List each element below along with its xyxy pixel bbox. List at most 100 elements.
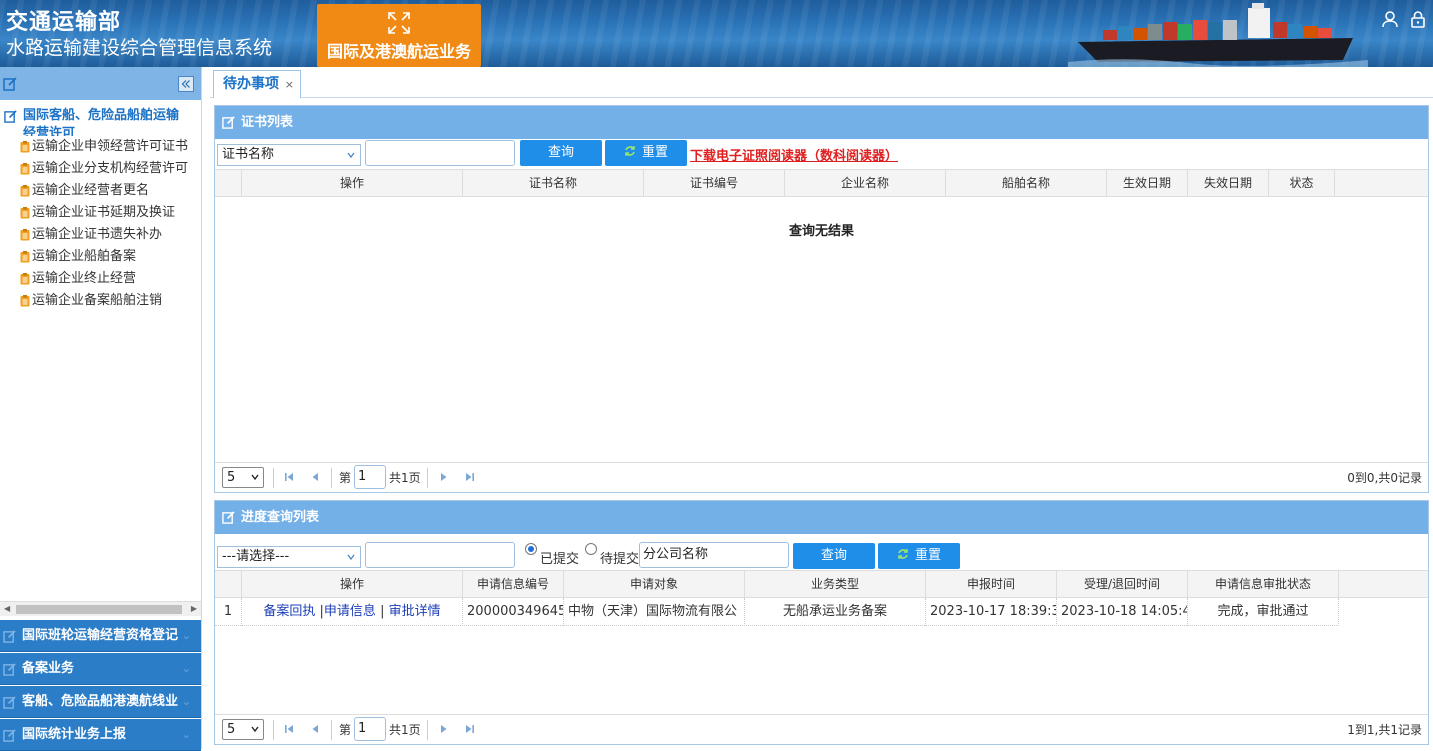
first-page-icon[interactable] [284,724,294,734]
index-column-header [215,170,242,197]
pending-radio-label: 待提交 [600,552,640,567]
progress-search-toolbar: ---请选择--- 已提交 待提交 分公司名称 查询 重置 [215,534,1428,570]
next-page-icon[interactable] [439,724,449,734]
column-header: 操作 [242,170,463,197]
column-header: 申报时间 [926,571,1057,598]
cert-search-input[interactable] [365,140,515,166]
record-count-info: 0到0,共0记录 [1347,471,1422,485]
next-page-icon[interactable] [439,472,449,482]
edit-icon [3,663,16,676]
page-number-input[interactable]: 1 [354,465,386,489]
page-label: 第 [339,471,352,485]
previous-page-icon[interactable] [310,724,320,734]
sidebar-item[interactable]: 运输企业分支机构经营许可 [4,158,201,180]
action-separator: | [315,604,324,619]
cert-field-select[interactable]: 证书名称 [217,144,361,166]
progress-type-select[interactable]: ---请选择--- [217,546,361,568]
chevron-down-icon: ⌄ [181,728,191,741]
sidebar-top-bar [0,67,201,100]
sidebar-category-label: 国际统计业务上报 [22,727,127,742]
filing-receipt-link[interactable]: 备案回执 [263,604,315,619]
first-page-icon[interactable] [284,472,294,482]
sidebar-section-title[interactable]: 国际客船、危险品船舶运输 经营许可 [4,106,201,136]
cert-reset-button[interactable]: 重置 [605,140,687,166]
row-index: 1 [215,598,242,626]
scrollbar-thumb[interactable] [16,605,182,614]
cert-table-body: 查询无结果 [215,197,1428,458]
document-icon [20,163,30,175]
column-header: 申请信息编号 [463,571,564,598]
column-header: 业务类型 [745,571,926,598]
sidebar-item[interactable]: 运输企业船舶备案 [4,246,201,268]
sidebar-item[interactable]: 运输企业终止经营 [4,268,201,290]
approval-status-cell: 完成，审批通过 [1188,598,1339,626]
cert-table-header: 操作 证书名称 证书编号 企业名称 船舶名称 生效日期 失效日期 状态 [215,169,1428,197]
sidebar-category[interactable]: 客船、危险品船港澳航线业 ⌄ [0,686,201,718]
business-switch-label: 国际及港澳航运业务 [326,42,471,61]
sidebar-category[interactable]: 国际班轮运输经营资格登记 ⌄ [0,620,201,652]
progress-reset-button[interactable]: 重置 [878,543,960,569]
last-page-icon[interactable] [465,724,475,734]
sidebar-item[interactable]: 运输企业证书延期及换证 [4,202,201,224]
progress-table-header: 操作 申请信息编号 申请对象 业务类型 申报时间 受理/退回时间 申请信息审批状… [215,570,1428,598]
page-size-select[interactable]: 5 [222,719,264,740]
chevron-down-icon: ⌄ [181,662,191,675]
approval-detail-link[interactable]: 审批详情 [389,604,441,619]
panel-title: 进度查询列表 [241,510,320,525]
chevron-down-icon [251,726,259,733]
sidebar-horizontal-scrollbar[interactable]: ◀ ▶ [0,601,201,616]
panel-header: 证书列表 [215,106,1428,139]
progress-query-button[interactable]: 查询 [793,543,875,569]
cert-reset-label: 重置 [641,145,668,160]
sidebar-item[interactable]: 运输企业经营者更名 [4,180,201,202]
sidebar-category[interactable]: 国际统计业务上报 ⌄ [0,719,201,751]
sidebar-item[interactable]: 运输企业备案船舶注销 [4,290,201,312]
pending-radio[interactable] [585,543,597,555]
application-info-link[interactable]: 申请信息 [324,604,376,619]
submit-time-cell: 2023-10-17 18:39:31 [926,598,1057,626]
cert-query-button[interactable]: 查询 [520,140,602,166]
sidebar-item[interactable]: 运输企业证书遗失补办 [4,224,201,246]
close-tab-icon[interactable]: × [285,72,294,98]
column-header: 证书名称 [463,170,644,197]
last-page-icon[interactable] [465,472,475,482]
refresh-icon [898,549,908,559]
column-header: 受理/退回时间 [1057,571,1188,598]
edit-icon [222,116,235,129]
progress-search-input[interactable] [365,542,515,568]
page-number-input[interactable]: 1 [354,717,386,741]
cert-pagination: 5 第 1 共1页 0到0,共0记录 [215,462,1428,492]
sidebar-item[interactable]: 运输企业申领经营许可证书 [4,136,201,158]
lock-icon[interactable] [1409,10,1427,28]
page-label: 第 [339,723,352,737]
sidebar-category[interactable]: 备案业务 ⌄ [0,653,201,685]
scroll-right-arrow-icon[interactable]: ▶ [191,604,197,613]
tab-bar: 待办事项 × [210,67,1433,99]
applicant-cell: 中物（天津）国际物流有限公 [564,598,745,626]
sidebar-item-label: 运输企业申领经营许可证书 [32,139,189,154]
collapse-sidebar-icon[interactable] [178,76,194,92]
accept-time-cell: 2023-10-18 14:05:44 [1057,598,1188,626]
action-separator: | [375,604,389,619]
edit-icon [3,77,17,91]
chevron-down-icon [347,554,355,561]
business-switch-button[interactable]: 国际及港澳航运业务 [317,4,481,67]
user-icon[interactable] [1381,10,1399,28]
tab-todo[interactable]: 待办事项 × [213,70,301,99]
page-size-select[interactable]: 5 [222,467,264,488]
edit-icon [3,696,16,709]
sidebar: 国际客船、危险品船舶运输 经营许可 运输企业申领经营许可证书运输企业分支机构经营… [0,67,202,751]
scroll-left-arrow-icon[interactable]: ◀ [4,604,10,613]
certificate-list-panel: 证书列表 证书名称 查询 重置 下载电子证照阅读器（数科阅读器） 操作 证书名称… [214,105,1429,493]
sidebar-item-label: 运输企业终止经营 [32,271,137,286]
panel-header: 进度查询列表 [215,501,1428,534]
record-count-info: 1到1,共1记录 [1347,723,1422,737]
previous-page-icon[interactable] [310,472,320,482]
progress-pagination: 5 第 1 共1页 1到1,共1记录 [215,714,1428,744]
cert-search-toolbar: 证书名称 查询 重置 下载电子证照阅读器（数科阅读器） [215,139,1428,169]
download-reader-link[interactable]: 下载电子证照阅读器（数科阅读器） [690,145,898,164]
edit-icon [3,729,16,742]
column-header: 失效日期 [1188,170,1269,197]
branch-name-input[interactable]: 分公司名称 [639,542,789,568]
submitted-radio[interactable] [525,543,537,555]
